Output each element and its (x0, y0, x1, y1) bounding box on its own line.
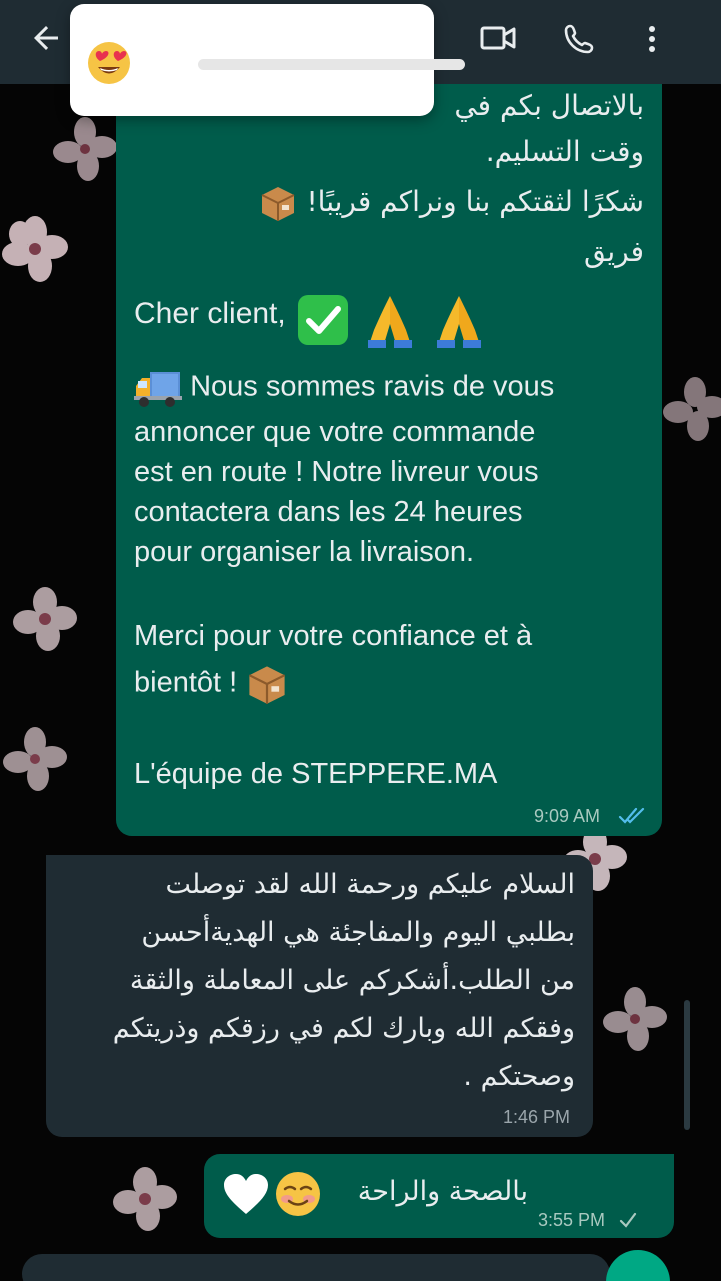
phone-icon[interactable] (558, 18, 602, 58)
message-paragraph: Nous sommes ravis de vous annoncer que v… (134, 366, 554, 572)
flower-decoration (663, 377, 721, 441)
delivery-truck-icon (134, 372, 182, 407)
whatsapp-chat-screen: بالاتصال بكم في وقت التسليم. شكرًا لثقتك… (0, 0, 721, 1281)
message-line: pour organiser la livraison. (134, 536, 475, 568)
message-text: Cher client, (134, 296, 286, 330)
message-input-bar[interactable] (22, 1254, 610, 1281)
flower-decoration (3, 727, 67, 791)
flower-decoration (13, 587, 77, 651)
message-line: Merci pour votre confiance et à (134, 620, 533, 652)
message-text-arabic: بالصحة والراحة (357, 1176, 528, 1207)
heart-eyes-emoji-icon[interactable] (86, 40, 132, 86)
flower-decoration (113, 1167, 177, 1231)
message-signature: L'équipe de STEPPERE.MA (134, 758, 498, 790)
message-text-arabic: بالاتصال بكم في (454, 89, 644, 122)
package-icon (249, 666, 286, 704)
single-check-sent-icon (619, 1212, 637, 1228)
message-bubble-outgoing[interactable]: بالاتصال بكم في وقت التسليم. شكرًا لثقتك… (116, 84, 662, 836)
folded-hands-icon (436, 296, 481, 348)
message-text-arabic: وصحتكم . (463, 1061, 575, 1092)
video-call-icon[interactable] (476, 18, 520, 58)
message-line: annoncer que votre commande (134, 416, 536, 448)
arrow-left-icon[interactable] (28, 20, 64, 56)
flower-decoration (603, 987, 667, 1051)
message-text-arabic: من الطلب.أشكركم على المعاملة والثقة (129, 965, 575, 996)
message-text-arabic: وقت التسليم. (485, 135, 644, 168)
flower-decoration (2, 216, 68, 282)
message-text-arabic: السلام عليكم ورحمة الله لقد توصلت (165, 869, 575, 900)
message-line: est en route ! Notre livreur vous (134, 456, 539, 488)
message-text: bientôt ! (134, 666, 238, 699)
folded-hands-icon (368, 296, 413, 348)
reaction-popup (70, 4, 465, 116)
package-icon (261, 187, 294, 221)
message-bubble-incoming[interactable]: السلام عليكم ورحمة الله لقد توصلت بطلبي … (46, 855, 593, 1137)
white-heart-icon (224, 1174, 268, 1214)
message-timestamp: 3:55 PM (538, 1210, 606, 1230)
message-text-arabic: وفقكم الله وبارك لكم في رزقكم وذريتكم (112, 1013, 575, 1044)
message-line: Nous sommes ravis de vous (134, 366, 554, 410)
smiling-face-icon (276, 1172, 320, 1216)
message-timestamp: 9:09 AM (534, 806, 601, 826)
message-line: bientôt ! (134, 662, 532, 706)
message-text-arabic: شكرًا لثقتكم بنا ونراكم قريبًا! (258, 182, 644, 223)
message-text-arabic: فريق (584, 235, 644, 268)
message-greeting: Cher client, (134, 280, 489, 350)
message-paragraph: Merci pour votre confiance et à bientôt … (134, 616, 532, 706)
message-line: contactera dans les 24 heures (134, 496, 523, 528)
check-mark-icon (298, 295, 349, 345)
message-text-arabic: شكرًا لثقتكم بنا ونراكم قريبًا! (306, 185, 644, 218)
more-vertical-icon[interactable] (630, 18, 674, 58)
reaction-placeholder-bar (198, 59, 465, 70)
message-text-arabic: بطلبي اليوم والمفاجئة هي الهديةأحسن (141, 917, 575, 948)
message-text: Nous sommes ravis de vous (190, 370, 555, 403)
double-check-read-icon (618, 807, 645, 824)
message-text-arabic: بالصحة والراحة (358, 1172, 528, 1212)
flower-decoration (53, 117, 117, 181)
scrollbar[interactable] (684, 1000, 690, 1130)
message-bubble-outgoing[interactable]: بالصحة والراحة 3:55 PM (204, 1154, 674, 1238)
message-timestamp: 1:46 PM (503, 1107, 571, 1127)
